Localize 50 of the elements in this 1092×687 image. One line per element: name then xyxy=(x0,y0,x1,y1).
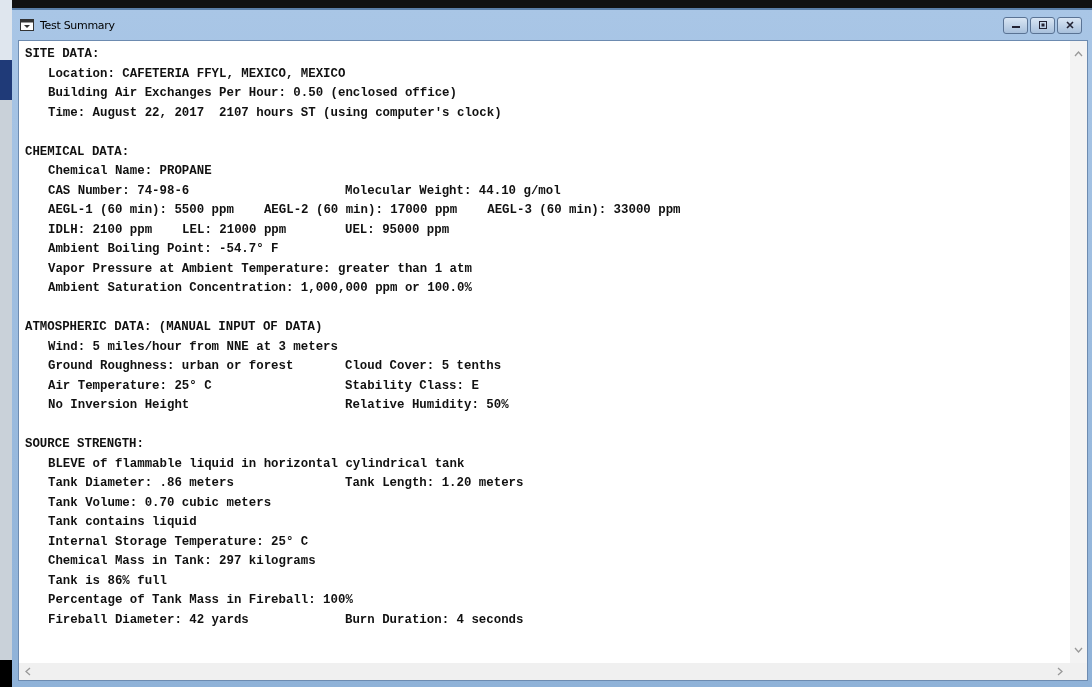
summary-line: Cloud Cover: 5 tenths xyxy=(345,358,502,375)
summary-line: Percentage of Tank Mass in Fireball: 100% xyxy=(48,592,353,609)
summary-line: Air Temperature: 25° C xyxy=(48,377,212,395)
maximize-button[interactable] xyxy=(1030,16,1055,34)
summary-line: Vapor Pressure at Ambient Temperature: greater than 1 atm xyxy=(48,260,472,278)
summary-line: IDLH: 2100 ppm xyxy=(48,221,153,239)
summary-line: Fireball Diameter: 42 yards xyxy=(48,611,249,629)
summary-line: Tank Diameter: .86 meters xyxy=(48,475,234,492)
close-icon xyxy=(1064,21,1075,29)
section-heading: CHEMICAL DATA: xyxy=(25,143,131,161)
summary-line: Relative Humidity: 50% xyxy=(345,397,509,414)
scroll-right-icon[interactable] xyxy=(1057,667,1063,676)
summary-line: Burn Duration: 4 seconds xyxy=(345,611,524,629)
summary-line: Internal Storage Temperature: 25° C xyxy=(48,533,309,551)
scroll-left-icon[interactable] xyxy=(25,667,31,676)
summary-line: UEL: 95000 ppm xyxy=(345,221,450,239)
summary-line: Time: August 22, 2017 2107 hours ST (using computer's clock) xyxy=(48,104,502,122)
summary-line: Tank Volume: 0.70 cubic meters xyxy=(48,494,272,512)
scroll-up-icon[interactable] xyxy=(1074,51,1083,57)
summary-line: CAS Number: 74-98-6 xyxy=(48,182,190,200)
summary-line: AEGL-2 (60 min): 17000 ppm xyxy=(263,202,458,219)
summary-line: Molecular Weight: 44.10 g/mol xyxy=(345,182,561,200)
summary-line: AEGL-1 (60 min): 5500 ppm xyxy=(48,202,234,219)
summary-line: Building Air Exchanges Per Hour: 0.50 (enclosed office) xyxy=(48,85,457,102)
summary-line: Tank contains liquid xyxy=(48,514,197,531)
summary-line: Stability Class: E xyxy=(345,377,479,395)
summary-line: LEL: 21000 ppm xyxy=(182,221,287,239)
summary-line: Chemical Name: PROPANE xyxy=(48,163,212,180)
vertical-scrollbar[interactable] xyxy=(1070,41,1087,663)
summary-line: Ambient Saturation Concentration: 1,000,000 ppm or 100.0% xyxy=(48,280,472,297)
summary-line: Tank Length: 1.20 meters xyxy=(345,475,524,492)
horizontal-scrollbar[interactable] xyxy=(19,663,1087,680)
close-button[interactable] xyxy=(1057,16,1082,34)
section-heading: ATMOSPHERIC DATA: (MANUAL INPUT OF DATA) xyxy=(25,319,324,336)
maximize-icon xyxy=(1037,21,1048,29)
window-menu-icon[interactable] xyxy=(20,19,34,31)
window-title: Test Summary xyxy=(40,18,115,32)
summary-line: Chemical Mass in Tank: 297 kilograms xyxy=(48,553,316,570)
summary-line: Tank is 86% full xyxy=(48,572,167,590)
summary-line: AEGL-3 (60 min): 33000 ppm xyxy=(487,202,681,219)
section-heading: SOURCE STRENGTH: xyxy=(25,436,145,453)
section-heading: SITE DATA: xyxy=(25,46,101,63)
minimize-button[interactable] xyxy=(1003,16,1028,34)
summary-line: No Inversion Height xyxy=(48,397,190,414)
summary-line: Location: CAFETERIA FFYL, MEXICO, MEXICO xyxy=(48,65,346,83)
summary-line: Ambient Boiling Point: -54.7° F xyxy=(48,241,279,258)
summary-line: Wind: 5 miles/hour from NNE at 3 meters xyxy=(48,338,338,356)
summary-line: BLEVE of flammable liquid in horizontal cylindrical tank xyxy=(48,455,465,473)
summary-line: Ground Roughness: urban or forest xyxy=(48,358,294,375)
scroll-down-icon[interactable] xyxy=(1074,647,1083,653)
